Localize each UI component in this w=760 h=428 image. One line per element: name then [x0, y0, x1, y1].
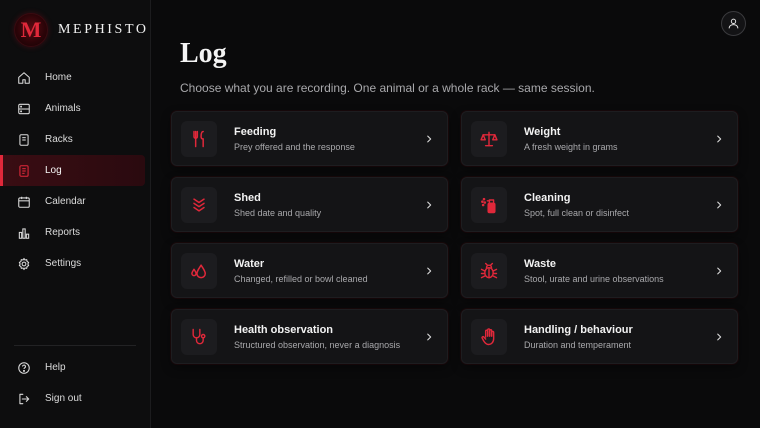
- chevron-right-icon: [423, 265, 435, 277]
- sidebar-item-log[interactable]: Log: [0, 155, 145, 186]
- chevron-right-icon: [423, 331, 435, 343]
- card-title: Cleaning: [524, 191, 571, 204]
- chevron-right-icon: [423, 199, 435, 211]
- card-title: Waste: [524, 257, 556, 270]
- animals-icon: [17, 102, 31, 116]
- card-description: Stool, urate and urine observations: [524, 273, 664, 284]
- card-title: Feeding: [234, 125, 277, 138]
- sidebar-item-settings[interactable]: Settings: [0, 248, 151, 279]
- log-card-water[interactable]: Water Changed, refilled or bowl cleaned: [171, 243, 448, 298]
- water-drops-icon: [181, 252, 217, 289]
- card-description: Structured observation, never a diagnosi…: [234, 339, 401, 350]
- card-title: Water: [234, 257, 265, 270]
- card-title: Shed: [234, 191, 261, 204]
- sidebar-item-reports[interactable]: Reports: [0, 217, 151, 248]
- sidebar-item-label: Log: [45, 165, 62, 176]
- scale-icon: [471, 120, 507, 157]
- spray-bottle-icon: [471, 186, 507, 223]
- brand[interactable]: M MEPHISTO: [14, 13, 149, 47]
- sidebar-item-label: Settings: [45, 258, 82, 269]
- brand-logo-icon: M: [14, 13, 48, 47]
- sidebar-item-label: Racks: [45, 134, 73, 145]
- sidebar-item-label: Animals: [45, 103, 81, 114]
- log-card-waste[interactable]: Waste Stool, urate and urine observation…: [461, 243, 738, 298]
- log-card-feeding[interactable]: Feeding Prey offered and the response: [171, 111, 448, 166]
- card-description: Changed, refilled or bowl cleaned: [234, 273, 368, 284]
- card-description: Spot, full clean or disinfect: [524, 207, 630, 218]
- sidebar: M MEPHISTO Home Animals Racks Log Calend…: [0, 0, 151, 428]
- log-icon: [17, 164, 31, 178]
- card-description: A fresh weight in grams: [524, 141, 618, 152]
- brand-logo-letter: M: [20, 17, 42, 42]
- sidebar-item-label: Help: [45, 362, 66, 373]
- settings-icon: [17, 257, 31, 271]
- fork-knife-icon: [181, 120, 217, 157]
- hand-icon: [471, 318, 507, 355]
- log-card-cleaning[interactable]: Cleaning Spot, full clean or disinfect: [461, 177, 738, 232]
- sign-out-icon: [17, 392, 31, 406]
- sidebar-item-label: Reports: [45, 227, 81, 238]
- user-icon: [728, 18, 739, 29]
- card-title: Handling / behaviour: [524, 323, 633, 336]
- sidebar-item-label: Home: [45, 72, 72, 83]
- sidebar-item-home[interactable]: Home: [0, 62, 151, 93]
- sidebar-item-calendar[interactable]: Calendar: [0, 186, 151, 217]
- page-subtitle: Choose what you are recording. One anima…: [180, 81, 595, 95]
- chevron-right-icon: [713, 133, 725, 145]
- chevron-right-icon: [423, 133, 435, 145]
- home-icon: [17, 71, 31, 85]
- card-description: Prey offered and the response: [234, 141, 355, 152]
- card-description: Duration and temperament: [524, 339, 632, 350]
- bug-icon: [471, 252, 507, 289]
- sidebar-item-label: Sign out: [45, 393, 82, 404]
- chevron-right-icon: [713, 265, 725, 277]
- page-title: Log: [180, 38, 227, 69]
- sidebar-item-label: Calendar: [45, 196, 86, 207]
- reports-icon: [17, 226, 31, 240]
- sidebar-item-help[interactable]: Help: [0, 352, 151, 383]
- shed-chevrons-icon: [181, 186, 217, 223]
- log-card-shed[interactable]: Shed Shed date and quality: [171, 177, 448, 232]
- sidebar-item-sign-out[interactable]: Sign out: [0, 383, 151, 414]
- chevron-right-icon: [713, 199, 725, 211]
- log-card-weight[interactable]: Weight A fresh weight in grams: [461, 111, 738, 166]
- chevron-right-icon: [713, 331, 725, 343]
- calendar-icon: [17, 195, 31, 209]
- card-description: Shed date and quality: [234, 207, 322, 218]
- sidebar-bottom: Help Sign out: [0, 352, 151, 414]
- sidebar-nav: Home Animals Racks Log Calendar Reports …: [0, 62, 151, 279]
- log-card-health-observation[interactable]: Health observation Structured observatio…: [171, 309, 448, 364]
- sidebar-divider: [14, 345, 136, 346]
- log-card-handling-behaviour[interactable]: Handling / behaviour Duration and temper…: [461, 309, 738, 364]
- help-icon: [17, 361, 31, 375]
- account-button[interactable]: [721, 11, 746, 36]
- app-window: M MEPHISTO Home Animals Racks Log Calend…: [0, 0, 760, 428]
- sidebar-item-animals[interactable]: Animals: [0, 93, 151, 124]
- sidebar-item-racks[interactable]: Racks: [0, 124, 151, 155]
- card-title: Weight: [524, 125, 561, 138]
- racks-icon: [17, 133, 31, 147]
- card-title: Health observation: [234, 323, 334, 336]
- log-type-grid: Feeding Prey offered and the response We…: [171, 111, 738, 364]
- brand-name: MEPHISTO: [58, 22, 149, 37]
- stethoscope-icon: [181, 318, 217, 355]
